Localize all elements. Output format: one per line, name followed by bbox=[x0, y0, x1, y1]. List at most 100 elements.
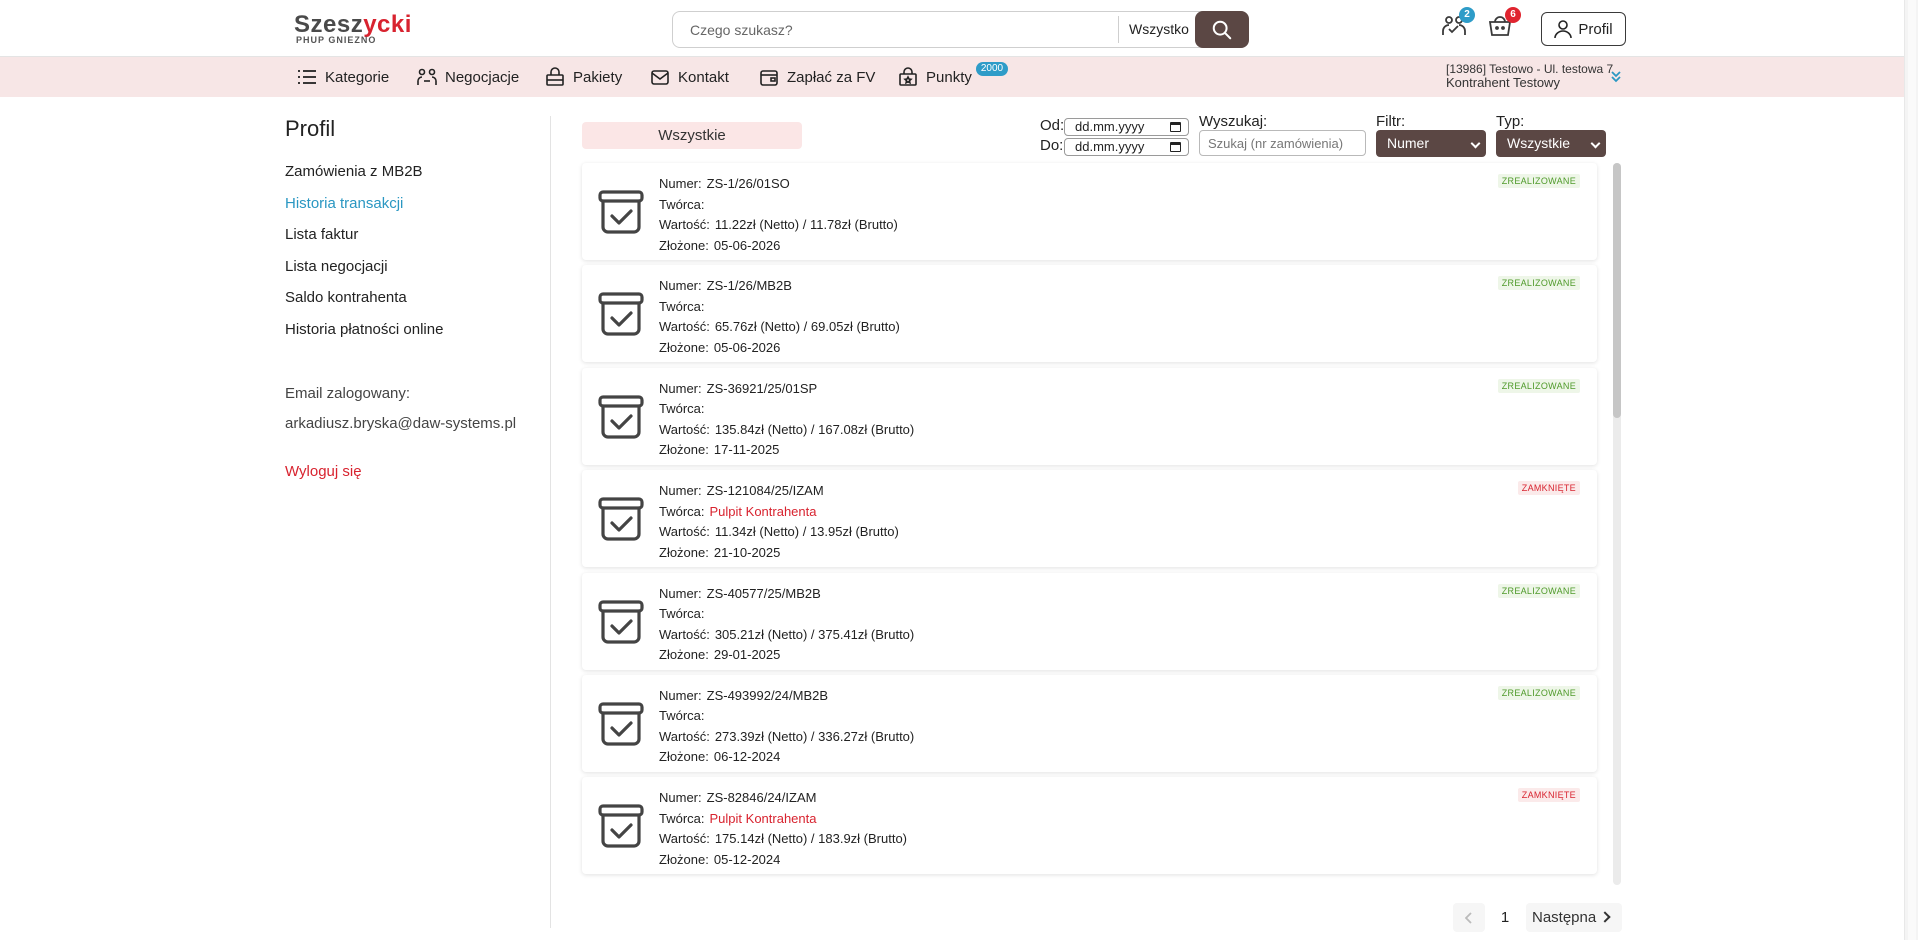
nav-item-zaplac-za-fv[interactable]: Zapłać za FV bbox=[759, 66, 875, 88]
order-value: 11.34zł (Netto) / 13.95zł (Brutto) bbox=[714, 524, 899, 540]
contractor-selector[interactable]: [13986] Testowo - Ul. testowa 7 Kontrahe… bbox=[1446, 62, 1613, 90]
list-icon bbox=[298, 70, 316, 84]
sidebar-item-historia-transakcji[interactable]: Historia transakcji bbox=[285, 195, 545, 227]
order-card[interactable]: Numer: ZS-493992/24/MB2B Twórca: Wartość:… bbox=[582, 674, 1597, 772]
order-number-row: Numer: ZS-40577/25/MB2B bbox=[659, 584, 914, 605]
nav-item-pakiety[interactable]: Pakiety bbox=[545, 66, 622, 88]
contractor-expand-button[interactable] bbox=[1610, 70, 1622, 87]
order-number-row: Numer: ZS-1/26/MB2B bbox=[659, 276, 900, 297]
order-card[interactable]: Numer: ZS-1/26/01SO Twórca: Wartość: 11.22… bbox=[582, 163, 1597, 260]
status-badge: ZREALIZOWANE bbox=[1497, 378, 1580, 393]
email-value: arkadiusz.bryska@daw-systems.pl bbox=[285, 415, 517, 432]
filter-select[interactable]: Numer bbox=[1376, 130, 1486, 157]
search-icon bbox=[1212, 20, 1232, 39]
order-creator-row: Twórca: Pulpit Kontrahenta bbox=[659, 502, 899, 523]
points-icon bbox=[899, 67, 917, 86]
order-number-row: Numer: ZS-493992/24/MB2B bbox=[659, 686, 914, 707]
search-scope-select[interactable]: Wszystko bbox=[1129, 21, 1189, 37]
calendar-icon bbox=[1170, 142, 1181, 152]
order-creator: Pulpit Kontrahenta bbox=[709, 810, 817, 826]
archive-check-icon bbox=[598, 496, 644, 545]
number-label: Numer: bbox=[659, 790, 702, 806]
order-date-row: Złożone: 29-01-2025 bbox=[659, 645, 914, 666]
date-label: Złożone: bbox=[659, 339, 709, 355]
cart-header-button[interactable]: 6 bbox=[1487, 7, 1521, 41]
date-label: Złożone: bbox=[659, 237, 709, 253]
order-value-row: Wartość: 11.34zł (Netto) / 13.95zł (Brutt… bbox=[659, 522, 899, 543]
logo-text-a: Szesz bbox=[294, 11, 364, 38]
date-from-placeholder: dd.mm.yyyy bbox=[1075, 119, 1145, 134]
order-card[interactable]: Numer: ZS-1/26/MB2B Twórca: Wartość: 65.76… bbox=[582, 265, 1597, 363]
nav-item-kontakt[interactable]: Kontakt bbox=[650, 66, 729, 88]
order-value-row: Wartość: 65.76zł (Netto) / 69.05zł (Brutt… bbox=[659, 317, 900, 338]
creator-label: Twórca: bbox=[659, 401, 705, 417]
creator-label: Twórca: bbox=[659, 606, 705, 622]
number-label: Numer: bbox=[659, 585, 702, 601]
status-badge: ZREALIZOWANE bbox=[1497, 685, 1580, 700]
order-card[interactable]: Numer: ZS-36921/25/01SP Twórca: Wartość: 1… bbox=[582, 367, 1597, 465]
sidebar-item-zamowienia[interactable]: Zamówienia z MB2B bbox=[285, 163, 545, 195]
order-date-row: Złożone: 21-10-2025 bbox=[659, 543, 899, 564]
list-scrollbar-thumb[interactable] bbox=[1613, 163, 1621, 418]
order-details: Numer: ZS-82846/24/IZAM Twórca: Pulpit Kon… bbox=[659, 788, 907, 870]
date-label: Złożone: bbox=[659, 851, 709, 867]
sidebar-item-lista-faktur[interactable]: Lista faktur bbox=[285, 226, 545, 258]
sidebar-item-saldo[interactable]: Saldo kontrahenta bbox=[285, 289, 545, 321]
order-card[interactable]: Numer: ZS-82846/24/IZAM Twórca: Pulpit Kon… bbox=[582, 777, 1597, 875]
number-label: Numer: bbox=[659, 483, 702, 499]
order-card[interactable]: Numer: ZS-121084/25/IZAM Twórca: Pulpit Ko… bbox=[582, 470, 1597, 568]
logo[interactable]: Szeszycki PHUP GNIEZNO bbox=[294, 11, 412, 46]
type-select-value: Wszystkie bbox=[1507, 135, 1570, 151]
number-label: Numer: bbox=[659, 278, 702, 294]
order-search-input[interactable] bbox=[1199, 130, 1366, 156]
profile-sidebar: Profil Zamówienia z MB2B Historia transa… bbox=[285, 110, 545, 480]
pager-prev-button[interactable] bbox=[1453, 903, 1485, 932]
negotiations-header-button[interactable]: 2 bbox=[1441, 7, 1475, 41]
nav-item-punkty[interactable]: Punkty 2000 bbox=[898, 62, 1012, 88]
order-details: Numer: ZS-40577/25/MB2B Twórca: Wartość: 3… bbox=[659, 584, 914, 666]
nav-item-negocjacje[interactable]: Negocjacje bbox=[417, 66, 519, 88]
date-to-input[interactable]: dd.mm.yyyy bbox=[1064, 138, 1189, 156]
order-date-row: Złożone: 05-06-2026 bbox=[659, 236, 898, 257]
pager-next-button[interactable]: Następna bbox=[1526, 903, 1622, 932]
points-badge: 2000 bbox=[975, 62, 1009, 76]
logout-link[interactable]: Wyloguj się bbox=[285, 463, 362, 480]
type-select[interactable]: Wszystkie bbox=[1496, 130, 1606, 157]
negotiation-icon bbox=[417, 68, 437, 85]
status-badge: ZAMKNIĘTE bbox=[1517, 481, 1580, 496]
list-scrollbar[interactable] bbox=[1613, 163, 1621, 885]
profile-label: Profil bbox=[1578, 20, 1613, 38]
page-scrollbar[interactable] bbox=[1904, 0, 1918, 940]
archive-check-icon bbox=[598, 599, 644, 648]
contractor-name: Kontrahent Testowy bbox=[1446, 75, 1560, 90]
page-scrollbar-thumb[interactable] bbox=[1908, 0, 1916, 940]
nav-item-kategorie[interactable]: Kategorie bbox=[297, 66, 389, 88]
calendar-icon bbox=[1170, 122, 1181, 132]
contractor-address: [13986] Testowo - Ul. testowa 7 bbox=[1446, 62, 1614, 76]
nav-label: Negocjacje bbox=[445, 68, 520, 86]
archive-check-icon bbox=[598, 803, 644, 852]
order-number-row: Numer: ZS-121084/25/IZAM bbox=[659, 481, 899, 502]
search-input[interactable] bbox=[673, 12, 1118, 47]
user-icon bbox=[1554, 20, 1573, 39]
order-card[interactable]: Numer: ZS-40577/25/MB2B Twórca: Wartość: 3… bbox=[582, 572, 1597, 670]
creator-label: Twórca: bbox=[659, 503, 705, 519]
tab-wszystkie[interactable]: Wszystkie bbox=[582, 122, 802, 149]
nav-label: Zapłać za FV bbox=[787, 68, 876, 86]
negotiations-badge: 2 bbox=[1459, 7, 1475, 23]
order-date-row: Złożone: 05-06-2026 bbox=[659, 338, 900, 359]
date-from-input[interactable]: dd.mm.yyyy bbox=[1064, 118, 1189, 136]
order-creator-row: Twórca: bbox=[659, 195, 898, 216]
sidebar-title: Profil bbox=[285, 116, 336, 141]
search-button[interactable] bbox=[1195, 11, 1249, 48]
order-value: 175.14zł (Netto) / 183.9zł (Brutto) bbox=[714, 831, 908, 847]
profile-button[interactable]: Profil bbox=[1541, 12, 1626, 46]
pager-page-number[interactable]: 1 bbox=[1496, 903, 1514, 932]
order-value-row: Wartość: 273.39zł (Netto) / 336.27zł (Bru… bbox=[659, 727, 914, 748]
order-date-row: Złożone: 05-12-2024 bbox=[659, 850, 907, 871]
order-creator-row: Twórca: bbox=[659, 399, 914, 420]
order-date-row: Złożone: 17-11-2025 bbox=[659, 440, 914, 461]
sidebar-item-lista-negocjacji[interactable]: Lista negocjacji bbox=[285, 258, 545, 290]
logo-text-b: ycki bbox=[363, 11, 412, 38]
sidebar-item-historia-platnosci[interactable]: Historia płatności online bbox=[285, 321, 545, 353]
